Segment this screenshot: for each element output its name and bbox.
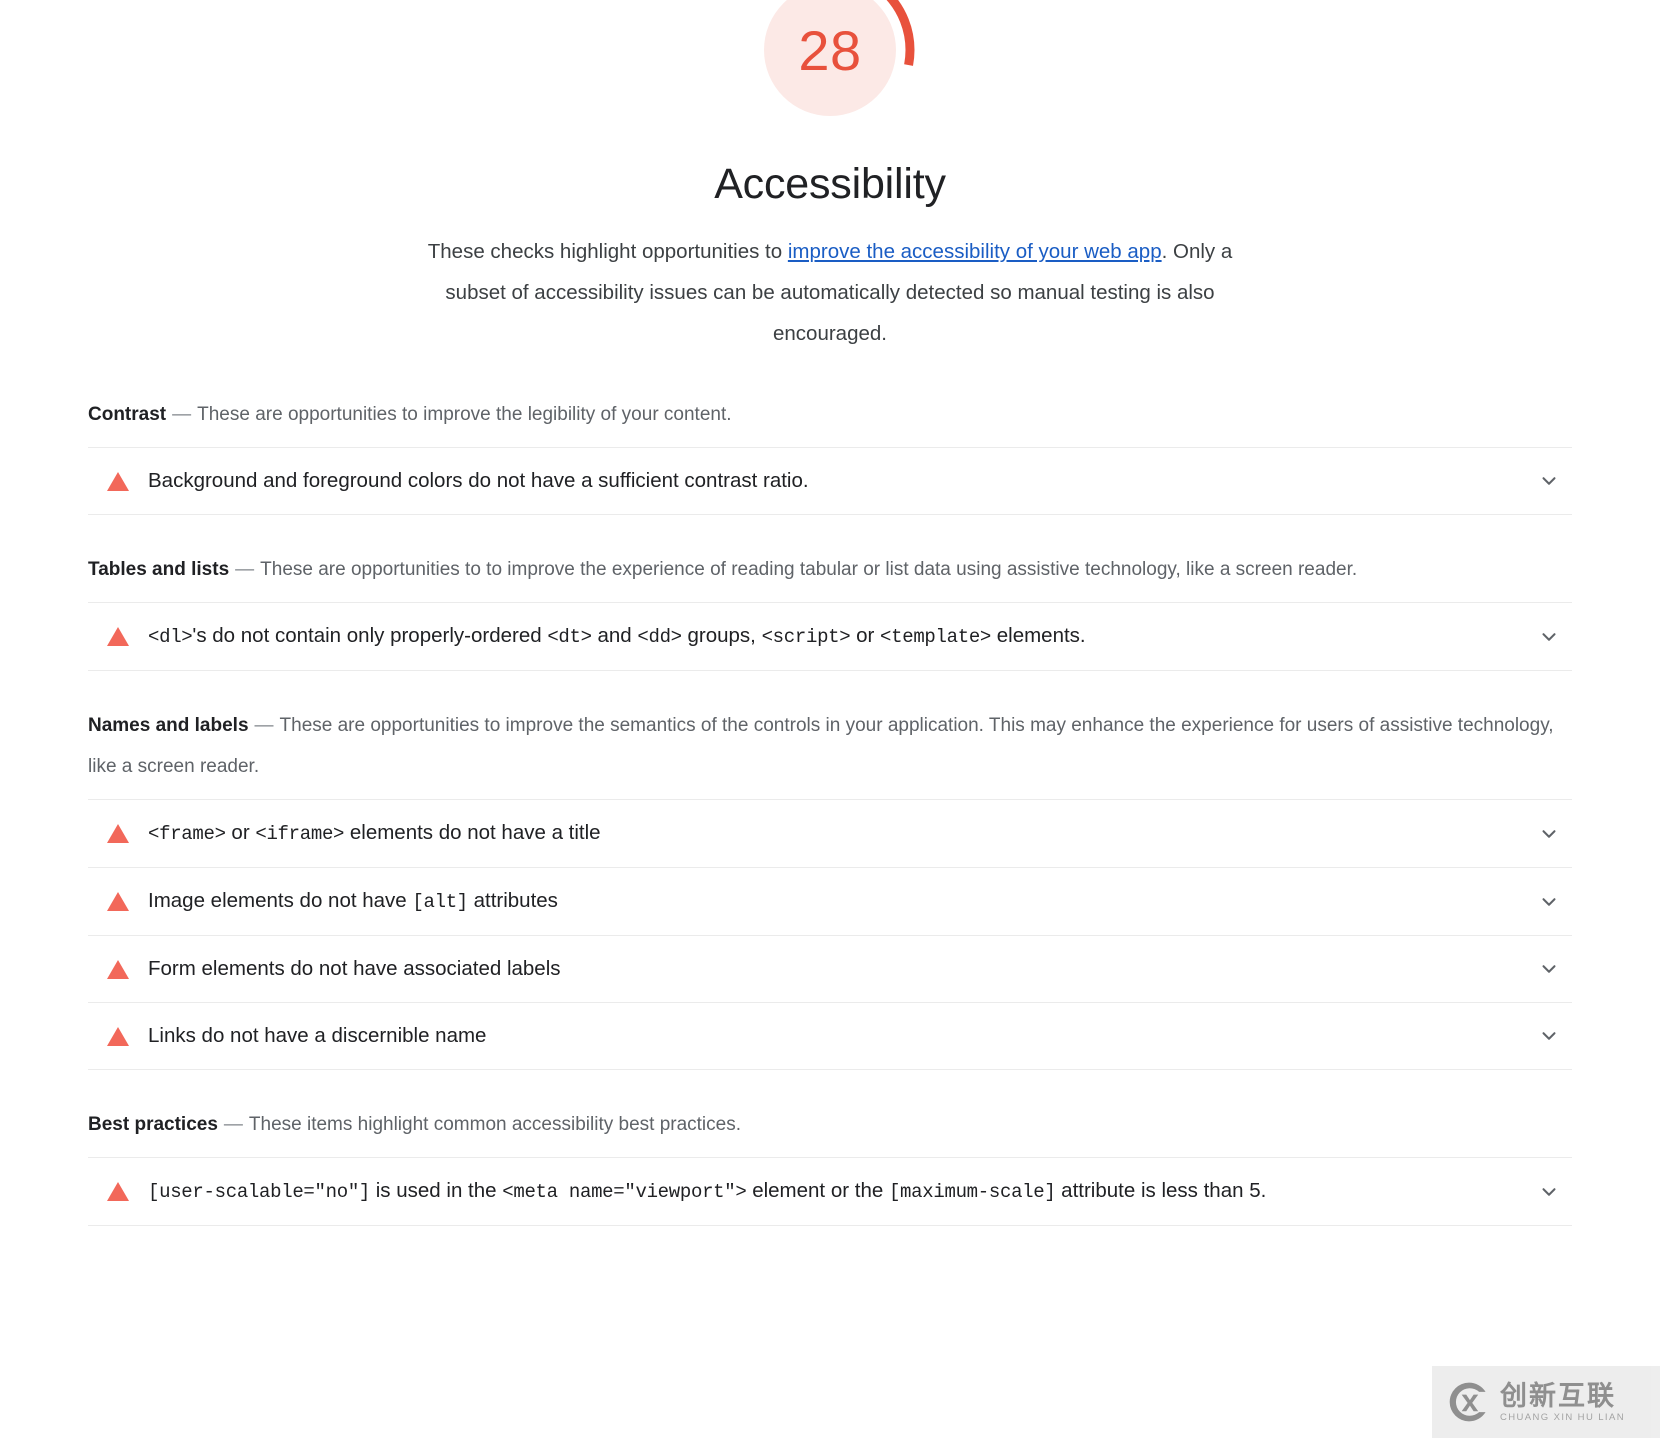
audit-text-token: is used in the [370,1179,503,1202]
audit-row[interactable]: Background and foreground colors do not … [88,448,1572,515]
chevron-down-icon[interactable] [1526,891,1572,913]
score-value: 28 [798,18,862,82]
audit-group-header: Tables and lists — These are opportunities… [88,549,1572,590]
chevron-down-icon[interactable] [1526,1181,1572,1203]
audit-code-token: [alt] [412,891,468,913]
audit-list: <dl>'s do not contain only properly-orde… [88,602,1572,671]
audit-code-token: <dt> [547,626,592,648]
audit-text-token: or [225,821,256,844]
audit-code-token: [user-scalable="no"] [148,1181,371,1203]
audit-group-description: These are opportunities to improve the s… [88,715,1554,777]
audit-title: <frame> or <iframe> elements do not have… [138,815,1526,852]
audit-list: Background and foreground colors do not … [88,447,1572,515]
warning-triangle-icon [88,471,138,491]
accessibility-score-gauge: 28 [742,0,918,138]
audit-code-token: <dl> [148,626,193,648]
score-gauge-container: 28 [0,0,1660,138]
chevron-down-icon[interactable] [1526,1025,1572,1047]
audit-text-token: or [850,624,881,647]
warning-triangle-icon [88,1026,138,1046]
warning-triangle-icon [88,824,138,843]
audit-group: Tables and lists — These are opportunities… [88,549,1572,671]
audit-text-token: attributes [467,889,558,912]
audit-text-token: Links do not have a discernible name [148,1024,487,1047]
chevron-down-icon[interactable] [1526,958,1572,980]
audit-code-token: <script> [761,626,851,648]
audit-text-token: attribute is less than 5. [1055,1179,1267,1202]
audit-row[interactable]: Links do not have a discernible name [88,1003,1572,1070]
watermark-text: 创新互联 CHUANG XIN HU LIAN [1500,1381,1625,1424]
audit-group-header: Best practices — These items highlight com… [88,1104,1572,1145]
audit-group-header: Names and labels — These are opportunities… [88,705,1572,787]
page-description: These checks highlight opportunities to … [423,231,1238,354]
audit-text-token: 's do not contain only properly-ordered [192,624,548,647]
audit-row[interactable]: Image elements do not have [alt] attribu… [88,868,1572,936]
warning-triangle-icon [88,959,138,979]
audit-title: [user-scalable="no"] is used in the <met… [138,1173,1526,1210]
audit-group-title: Names and labels [88,715,249,736]
audit-text-token: Background and foreground colors do not … [148,469,809,492]
chevron-down-icon[interactable] [1526,823,1572,845]
audit-code-token: <dd> [637,626,682,648]
audit-group-header: Contrast — These are opportunities to impr… [88,394,1572,435]
audit-text-token: Image elements do not have [148,889,413,912]
audit-row[interactable]: <dl>'s do not contain only properly-orde… [88,603,1572,671]
audit-text-token: and [591,624,638,647]
cx-circle-logo-icon [1449,1382,1486,1422]
audit-code-token: <template> [880,626,992,648]
accessibility-docs-link[interactable]: improve the accessibility of your web ap… [788,240,1162,263]
chevron-down-icon[interactable] [1526,470,1572,492]
audit-group: Best practices — These items highlight com… [88,1104,1572,1226]
warning-triangle-icon [88,1182,138,1201]
description-text-before: These checks highlight opportunities to [427,240,788,263]
watermark-chinese: 创新互联 [1500,1380,1616,1411]
audit-code-token: <frame> [148,823,226,845]
audit-group: Names and labels — These are opportunities… [88,705,1572,1070]
audit-group-dash: — [235,559,255,580]
audit-title: Links do not have a discernible name [138,1018,1526,1054]
audit-text-token: element or the [746,1179,889,1202]
audit-text-token: Form elements do not have associated lab… [148,957,561,980]
audit-code-token: [maximum-scale] [888,1181,1056,1203]
audit-row[interactable]: [user-scalable="no"] is used in the <met… [88,1158,1572,1226]
audit-group-description: These items highlight common accessibili… [248,1114,741,1135]
audit-title: Form elements do not have associated lab… [138,951,1526,987]
audit-title: <dl>'s do not contain only properly-orde… [138,618,1526,655]
watermark-pinyin: CHUANG XIN HU LIAN [1500,1411,1625,1423]
warning-triangle-icon [88,627,138,646]
audit-text-token: groups, [681,624,762,647]
audit-text-token: elements. [991,624,1086,647]
watermark: 创新互联 CHUANG XIN HU LIAN [1432,1366,1660,1438]
audit-title: Background and foreground colors do not … [138,463,1526,499]
audit-code-token: <meta name="viewport"> [502,1181,747,1203]
audit-row[interactable]: <frame> or <iframe> elements do not have… [88,800,1572,868]
audit-group-title: Contrast [88,404,167,425]
audit-list: [user-scalable="no"] is used in the <met… [88,1157,1572,1226]
audit-group-dash: — [254,715,274,736]
audit-row[interactable]: Form elements do not have associated lab… [88,936,1572,1003]
audit-groups-container: Contrast — These are opportunities to impr… [88,354,1572,1226]
warning-triangle-icon [88,892,138,911]
audit-list: <frame> or <iframe> elements do not have… [88,799,1572,1070]
page-title: Accessibility [714,160,946,208]
audit-group-dash: — [223,1114,243,1135]
audit-group-description: These are opportunities to improve the l… [197,404,732,425]
audit-group-dash: — [172,404,192,425]
audit-group-title: Best practices [88,1114,218,1135]
audit-group-title: Tables and lists [88,559,230,580]
audit-code-token: <iframe> [255,823,345,845]
audit-group: Contrast — These are opportunities to impr… [88,394,1572,515]
audit-title: Image elements do not have [alt] attribu… [138,883,1526,920]
audit-text-token: elements do not have a title [344,821,601,844]
chevron-down-icon[interactable] [1526,626,1572,648]
audit-group-description: These are opportunities to to improve th… [260,559,1358,580]
